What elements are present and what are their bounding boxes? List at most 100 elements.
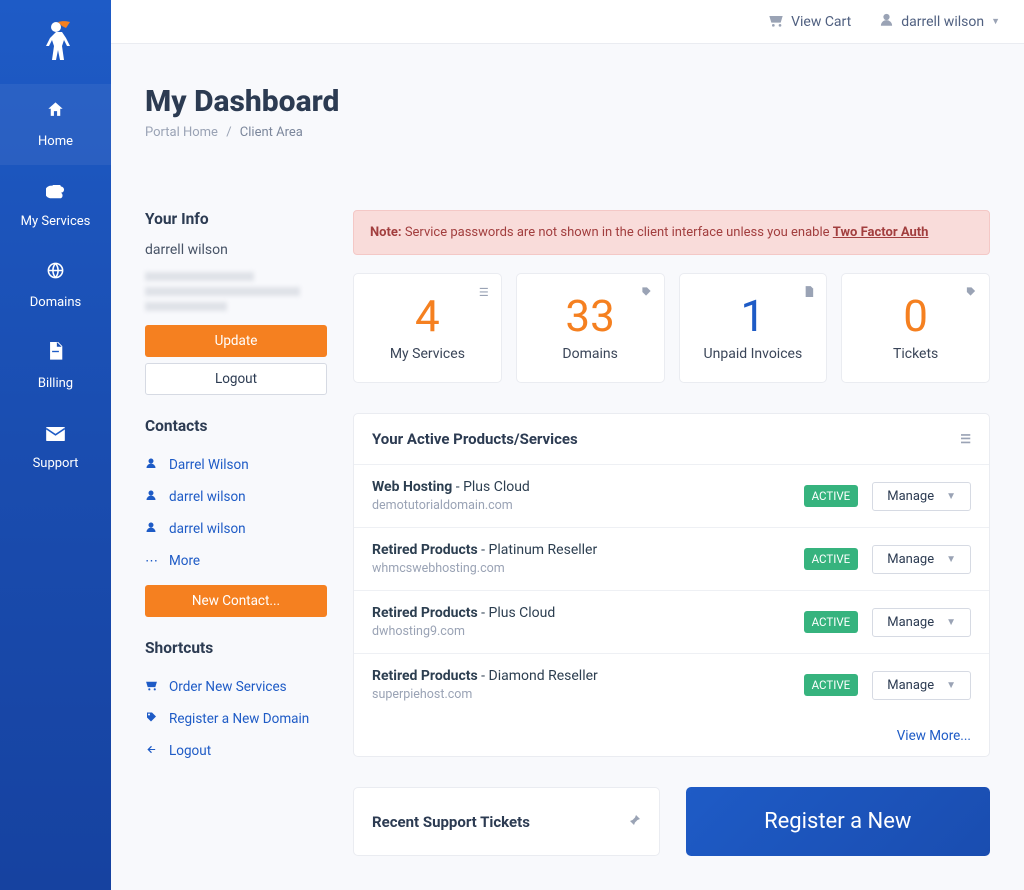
product-row[interactable]: Retired Products - Platinum Reseller whm… <box>354 527 989 590</box>
home-icon <box>4 100 107 124</box>
alert-note: Note: <box>370 225 402 240</box>
cart-label: View Cart <box>791 14 851 30</box>
contact-item[interactable]: darrel wilson <box>145 481 327 513</box>
nav-support[interactable]: Support <box>0 407 111 487</box>
sidebar: Home My Services Domains Billing Support <box>0 0 111 890</box>
file-icon <box>4 342 107 366</box>
active-products-panel: Your Active Products/Services ☰ Web Host… <box>353 413 990 757</box>
two-factor-link[interactable]: Two Factor Auth <box>833 225 929 240</box>
product-category: Retired Products <box>372 668 478 684</box>
user-fullname: darrell wilson <box>145 242 327 258</box>
status-badge: ACTIVE <box>804 548 859 570</box>
product-row[interactable]: Retired Products - Plus Cloud dwhosting9… <box>354 590 989 653</box>
chevron-down-icon: ▼ <box>946 680 956 691</box>
nav-services[interactable]: My Services <box>0 165 111 245</box>
contact-item[interactable]: Darrel Wilson <box>145 449 327 481</box>
user-menu[interactable]: darrell wilson ▼ <box>879 12 1000 31</box>
contacts-more[interactable]: ⋯ More <box>145 545 327 577</box>
stat-tickets[interactable]: 0 Tickets <box>841 273 990 383</box>
shortcut-logout[interactable]: Logout <box>145 735 327 767</box>
chevron-down-icon: ▼ <box>991 16 1000 27</box>
stack-icon: ☰ <box>479 286 489 299</box>
pin-icon[interactable] <box>629 814 641 829</box>
view-more-link[interactable]: View More... <box>354 716 989 756</box>
nav-label: Billing <box>38 376 73 391</box>
file-icon <box>804 286 814 301</box>
shortcuts-heading: Shortcuts <box>145 639 327 657</box>
product-plan: Platinum Reseller <box>489 542 598 558</box>
nav-domains[interactable]: Domains <box>0 245 111 326</box>
logout-button[interactable]: Logout <box>145 363 327 395</box>
product-row[interactable]: Web Hosting - Plus Cloud demotutorialdom… <box>354 464 989 527</box>
dots-icon: ⋯ <box>145 554 159 569</box>
topbar: View Cart darrell wilson ▼ <box>111 0 1024 44</box>
settings-icon[interactable]: ☰ <box>960 432 971 446</box>
view-cart-link[interactable]: View Cart <box>768 13 851 31</box>
nav-label: My Services <box>21 214 91 229</box>
chevron-down-icon: ▼ <box>946 491 956 502</box>
status-badge: ACTIVE <box>804 485 859 507</box>
product-domain: whmcswebhosting.com <box>372 561 597 576</box>
product-plan: Diamond Reseller <box>489 668 598 684</box>
nav-billing[interactable]: Billing <box>0 326 111 407</box>
shortcut-order-services[interactable]: Order New Services <box>145 671 327 703</box>
product-domain: superpiehost.com <box>372 687 598 702</box>
product-domain: demotutorialdomain.com <box>372 498 530 513</box>
new-contact-button[interactable]: New Contact... <box>145 585 327 617</box>
manage-button[interactable]: Manage▼ <box>872 545 971 574</box>
update-button[interactable]: Update <box>145 325 327 357</box>
redacted-info <box>145 272 327 311</box>
nav-label: Support <box>33 456 79 471</box>
shortcut-register-domain[interactable]: Register a New Domain <box>145 703 327 735</box>
status-badge: ACTIVE <box>804 674 859 696</box>
stat-domains[interactable]: 33 Domains <box>516 273 665 383</box>
manage-button[interactable]: Manage▼ <box>872 482 971 511</box>
register-domain-card[interactable]: Register a New <box>686 787 991 856</box>
brand-logo[interactable] <box>32 16 80 64</box>
your-info-heading: Your Info <box>145 210 327 228</box>
stat-value: 4 <box>366 292 489 340</box>
chevron-down-icon: ▼ <box>946 617 956 628</box>
person-icon <box>145 489 159 505</box>
more-label: More <box>169 553 200 569</box>
stat-label: Tickets <box>854 346 977 362</box>
product-category: Retired Products <box>372 542 478 558</box>
breadcrumb-home[interactable]: Portal Home <box>145 125 218 140</box>
shortcut-label: Order New Services <box>169 679 287 695</box>
stat-value: 0 <box>854 292 977 340</box>
product-plan: Plus Cloud <box>489 605 556 621</box>
username: darrell wilson <box>901 14 984 30</box>
arrow-left-icon <box>145 744 159 759</box>
nav-label: Domains <box>30 295 81 310</box>
contact-item[interactable]: darrel wilson <box>145 513 327 545</box>
shortcut-label: Logout <box>169 743 211 759</box>
stat-label: Domains <box>529 346 652 362</box>
user-icon <box>879 12 894 31</box>
product-row[interactable]: Retired Products - Diamond Reseller supe… <box>354 653 989 716</box>
status-badge: ACTIVE <box>804 611 859 633</box>
ticket-icon <box>965 286 977 300</box>
cart-icon <box>145 679 159 695</box>
stat-label: Unpaid Invoices <box>692 346 815 362</box>
tag-icon <box>641 286 652 300</box>
product-category: Web Hosting <box>372 479 452 495</box>
panel-title: Your Active Products/Services <box>372 430 578 448</box>
stat-invoices[interactable]: 1 Unpaid Invoices <box>679 273 828 383</box>
globe-icon <box>4 261 107 285</box>
recent-tickets-panel: Recent Support Tickets <box>353 787 660 856</box>
nav-label: Home <box>38 134 73 149</box>
stat-services[interactable]: ☰ 4 My Services <box>353 273 502 383</box>
register-heading: Register a New <box>764 809 911 834</box>
cart-icon <box>768 13 784 31</box>
chevron-down-icon: ▼ <box>946 554 956 565</box>
nav-home[interactable]: Home <box>0 84 111 165</box>
manage-button[interactable]: Manage▼ <box>872 608 971 637</box>
contact-name: darrel wilson <box>169 489 246 505</box>
manage-button[interactable]: Manage▼ <box>872 671 971 700</box>
stat-label: My Services <box>366 346 489 362</box>
stat-value: 1 <box>692 292 815 340</box>
contact-name: darrel wilson <box>169 521 246 537</box>
alert-text: Service passwords are not shown in the c… <box>402 225 833 240</box>
mail-icon <box>4 423 107 446</box>
contacts-heading: Contacts <box>145 417 327 435</box>
